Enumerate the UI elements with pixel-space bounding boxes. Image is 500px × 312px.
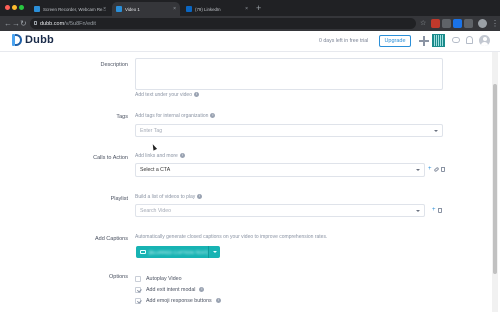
user-avatar[interactable]	[479, 35, 490, 46]
chat-icon[interactable]	[452, 37, 460, 43]
option-exit-intent[interactable]: Add exit intent modal i	[135, 287, 205, 293]
info-icon[interactable]: i	[215, 298, 221, 304]
option-autoplay[interactable]: Autoplay Video	[135, 276, 182, 282]
forward-icon[interactable]: →	[12, 18, 20, 29]
window-minimize-dot[interactable]	[12, 5, 17, 10]
playlist-placeholder: Search Video	[140, 207, 172, 214]
captions-button-label: [BLURRED CAPTION TEXT]	[149, 249, 209, 255]
tab-label: (79) LinkedIn	[195, 6, 221, 12]
app-header: Dubb 0 days left in free trial Upgrade	[0, 31, 500, 52]
tags-help: Add tags for internal organization i	[135, 113, 216, 119]
cta-selected-value: Select a CTA	[140, 167, 171, 173]
description-help: Add text under your video i	[135, 92, 199, 98]
tab-label: Screen Recorder, Webcam Re...	[43, 6, 107, 12]
chevron-down-icon	[416, 209, 420, 212]
cta-actions: +	[428, 166, 445, 172]
tab-close-icon[interactable]: ×	[103, 6, 106, 12]
autoplay-checkbox[interactable]	[135, 276, 141, 282]
video-edit-form	[0, 52, 500, 312]
captions-button[interactable]: [BLURRED CAPTION TEXT]	[136, 246, 220, 258]
exit-intent-checkbox[interactable]	[135, 287, 141, 293]
page-scrollbar[interactable]	[492, 52, 498, 312]
closed-captions-icon	[140, 250, 146, 254]
trash-icon[interactable]	[437, 207, 442, 213]
chevron-down-icon	[434, 129, 438, 132]
browser-menu-icon[interactable]: ⋮	[491, 18, 499, 29]
info-icon[interactable]: i	[210, 113, 216, 119]
new-tab-button[interactable]: +	[256, 3, 261, 13]
upgrade-button[interactable]: Upgrade	[379, 35, 411, 47]
description-label: Description	[100, 62, 128, 68]
playlist-help-text: Build a list of videos to play	[135, 194, 196, 200]
tags-help-text: Add tags for internal organization	[135, 113, 209, 119]
captions-label: Add Captions	[94, 236, 128, 242]
trial-status: 0 days left in free trial	[319, 38, 369, 44]
linkedin-favicon-icon	[186, 6, 192, 12]
extension-icon[interactable]	[442, 19, 451, 28]
info-icon[interactable]: i	[197, 194, 203, 200]
qr-code-icon[interactable]	[432, 34, 445, 47]
back-icon[interactable]: ←	[4, 18, 12, 29]
create-plus-icon[interactable]	[419, 36, 429, 46]
playlist-actions: +	[432, 207, 442, 213]
url-path: /v/5u8Fn/edit	[64, 20, 96, 27]
window-maximize-dot[interactable]	[19, 5, 24, 10]
browser-tab-video[interactable]: Video 1 ×	[112, 2, 180, 16]
trash-icon[interactable]	[440, 166, 445, 172]
cta-help: Add links and more i	[135, 153, 185, 159]
window-close-dot[interactable]	[5, 5, 10, 10]
description-textarea[interactable]	[135, 58, 443, 90]
playlist-label: Playlist	[110, 196, 128, 202]
playlist-search-input[interactable]: Search Video	[135, 204, 425, 217]
tab-close-icon[interactable]: ×	[173, 6, 176, 12]
tags-label: Tags	[116, 114, 128, 120]
option-label: Autoplay Video	[146, 276, 182, 282]
dubb-favicon-icon	[116, 6, 122, 12]
description-help-text: Add text under your video	[135, 92, 192, 98]
url-host: dubb.com	[40, 20, 65, 27]
option-label: Add emoji response buttons	[146, 298, 212, 304]
tab-label: Video 1	[125, 6, 140, 12]
info-icon[interactable]: i	[193, 92, 199, 98]
extension-icon[interactable]	[464, 19, 473, 28]
emoji-buttons-checkbox[interactable]	[135, 298, 141, 304]
tags-placeholder: Enter Tag	[140, 127, 163, 134]
dubb-favicon-icon	[34, 6, 40, 12]
notification-bell-icon[interactable]	[466, 36, 473, 44]
browser-tab-screen-recorder[interactable]: Screen Recorder, Webcam Re... ×	[30, 2, 110, 16]
option-label: Add exit intent modal	[146, 287, 196, 293]
chevron-down-icon[interactable]	[208, 246, 220, 258]
link-icon[interactable]	[433, 166, 439, 172]
add-video-plus-icon[interactable]: +	[432, 207, 436, 213]
dubb-logo-mark-icon	[12, 34, 22, 46]
option-emoji-buttons[interactable]: Add emoji response buttons i	[135, 298, 221, 304]
tab-close-icon[interactable]: ×	[245, 6, 248, 12]
extension-icon[interactable]	[431, 19, 440, 28]
tags-input[interactable]: Enter Tag	[135, 124, 443, 137]
reload-icon[interactable]: ↻	[20, 18, 27, 29]
profile-avatar-icon[interactable]	[478, 19, 487, 28]
browser-tab-linkedin[interactable]: (79) LinkedIn ×	[182, 2, 252, 16]
info-icon[interactable]: i	[179, 153, 185, 159]
cta-label: Calls to Action	[93, 155, 128, 161]
lock-icon	[34, 21, 37, 25]
options-label: Options	[109, 274, 128, 280]
info-icon[interactable]: i	[199, 287, 205, 293]
browser-tab-bar: Screen Recorder, Webcam Re... × Video 1 …	[0, 0, 500, 16]
captions-help-text: Automatically generate closed captions o…	[135, 234, 328, 240]
cta-select[interactable]: Select a CTA	[135, 163, 425, 177]
playlist-help: Build a list of videos to play i	[135, 194, 203, 200]
browser-toolbar: ← → ↻ dubb.com/v/5u8Fn/edit ☆ ⋮	[0, 16, 500, 31]
chevron-down-icon	[416, 169, 420, 171]
address-bar[interactable]: dubb.com/v/5u8Fn/edit	[30, 18, 416, 29]
extension-icon[interactable]	[453, 19, 462, 28]
bookmark-star-icon[interactable]: ☆	[420, 18, 426, 29]
brand-name: Dubb	[25, 34, 54, 46]
cta-help-text: Add links and more	[135, 153, 178, 159]
captions-help: Automatically generate closed captions o…	[135, 234, 435, 240]
dubb-logo[interactable]: Dubb	[12, 34, 54, 46]
add-cta-plus-icon[interactable]: +	[428, 166, 432, 172]
scrollbar-thumb[interactable]	[493, 84, 497, 274]
